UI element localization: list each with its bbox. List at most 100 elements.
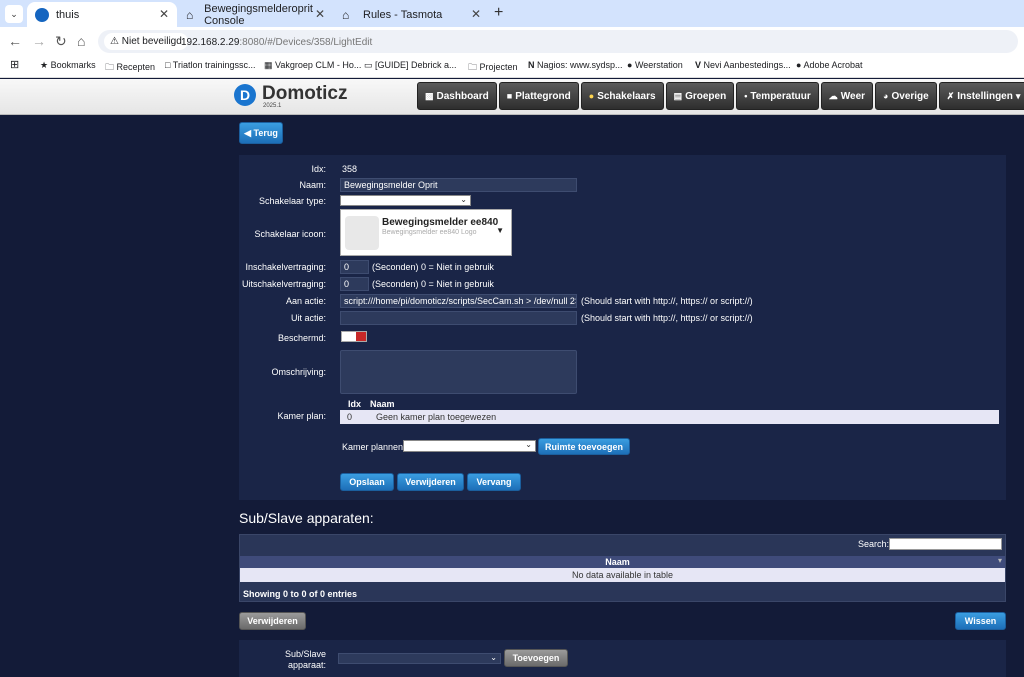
- bookmark-item[interactable]: V Nevi Aanbestedings...: [695, 60, 791, 70]
- nav-temperatuur[interactable]: • Temperatuur: [736, 82, 819, 110]
- off-delay-label: Uitschakelvertraging:: [241, 279, 326, 289]
- close-tab-icon[interactable]: ✕: [315, 7, 325, 21]
- tab-title: Rules - Tasmota: [363, 8, 443, 21]
- off-delay-input[interactable]: 0: [340, 277, 369, 291]
- domoticz-logo-icon: D: [234, 84, 256, 106]
- add-room-button[interactable]: Ruimte toevoegen: [538, 438, 630, 455]
- chevron-down-icon: ⌄: [490, 653, 497, 662]
- on-action-hint: (Should start with http://, https:// or …: [581, 296, 753, 306]
- tab-title: thuis: [56, 8, 80, 21]
- nav-schakelaars[interactable]: ● Schakelaars: [580, 82, 664, 110]
- app-version: 2025.1: [263, 103, 282, 109]
- new-tab-icon[interactable]: +: [494, 4, 503, 22]
- protected-toggle[interactable]: [341, 331, 367, 342]
- close-tab-icon[interactable]: ✕: [159, 7, 169, 21]
- browser-tab-thuis[interactable]: thuis ✕: [27, 2, 177, 27]
- apps-grid-icon[interactable]: ⊞: [10, 58, 19, 71]
- caret-left-icon: ◀: [244, 127, 254, 138]
- sort-icon[interactable]: ▾: [998, 556, 1002, 565]
- browser-tab-console[interactable]: ⌂ Bewegingsmelderoprit Console ✕: [178, 2, 333, 27]
- home-icon[interactable]: ⌂: [77, 33, 85, 49]
- bookmark-item[interactable]: ● Weerstation: [627, 60, 683, 70]
- tab-search-icon[interactable]: ⌄: [5, 5, 23, 23]
- warning-icon: ⚠: [110, 36, 122, 47]
- back-arrow-icon[interactable]: ←: [8, 33, 22, 49]
- nav-instellingen[interactable]: ✗ Instellingen ▾: [938, 82, 1024, 110]
- description-label: Omschrijving:: [271, 367, 326, 377]
- nav-overige[interactable]: ◕ Overige: [875, 82, 937, 110]
- room-plan-row: 0 Geen kamer plan toegewezen: [340, 410, 999, 424]
- replace-button[interactable]: Vervang: [467, 473, 521, 491]
- back-button[interactable]: ◀ Terug: [239, 122, 283, 144]
- name-label: Naam:: [299, 180, 326, 190]
- idx-value: 358: [342, 164, 358, 174]
- icon-title: Bewegingsmelder ee840: [382, 217, 499, 228]
- motion-sensor-icon: [345, 216, 379, 250]
- room-col-name: Naam: [370, 399, 395, 409]
- bookmark-item[interactable]: □ Triatlon trainingssc...: [165, 60, 255, 70]
- reload-icon[interactable]: ↻: [55, 33, 67, 50]
- description-textarea[interactable]: [340, 350, 577, 394]
- off-action-input[interactable]: [340, 311, 577, 325]
- nav-dashboard[interactable]: ▩ Dashboard: [417, 82, 497, 110]
- security-badge[interactable]: ⚠ Niet beveiligd: [104, 33, 188, 50]
- sub-device-select[interactable]: ⌄: [338, 653, 501, 664]
- off-action-label: Uit actie:: [290, 313, 326, 323]
- forward-arrow-icon[interactable]: →: [32, 33, 46, 49]
- name-input[interactable]: Bewegingsmelder Oprit: [340, 178, 577, 192]
- search-label: Search:: [858, 539, 890, 549]
- sub-delete-button[interactable]: Verwijderen: [239, 612, 306, 630]
- switch-type-select[interactable]: ⌄: [340, 195, 471, 206]
- bookmark-item[interactable]: ● Adobe Acrobat: [796, 60, 863, 70]
- off-delay-hint: (Seconden) 0 = Niet in gebruik: [372, 279, 494, 289]
- bookmark-item[interactable]: 🗀 Projecten: [468, 60, 518, 76]
- cloud-icon: ☁: [828, 90, 838, 101]
- on-delay-input[interactable]: 0: [340, 260, 369, 274]
- bookmark-item[interactable]: ★ Bookmarks: [40, 60, 96, 71]
- search-input[interactable]: [889, 538, 1002, 550]
- close-tab-icon[interactable]: ✕: [471, 7, 481, 21]
- room-planner-select[interactable]: ⌄: [403, 440, 536, 452]
- switch-icon-select[interactable]: Bewegingsmelder ee840 Bewegingsmelder ee…: [340, 209, 512, 256]
- delete-button[interactable]: Verwijderen: [397, 473, 464, 491]
- caret-down-icon: ▾: [1015, 90, 1021, 101]
- thermometer-icon: •: [744, 91, 748, 101]
- bookmark-item[interactable]: 🗀 Recepten: [105, 60, 155, 76]
- add-sub-device-button[interactable]: Toevoegen: [504, 649, 568, 667]
- protected-label: Beschermd:: [277, 333, 326, 343]
- room-planner-label: Kamer plannen:: [342, 442, 406, 452]
- nav-groepen[interactable]: ▤ Groepen: [665, 82, 735, 110]
- chevron-down-icon: ⌄: [460, 195, 467, 204]
- browser-tab-strip: ⌄ thuis ✕ ⌂ Bewegingsmelderoprit Console…: [0, 0, 1024, 27]
- room-row-name: Geen kamer plan toegewezen: [376, 412, 497, 422]
- idx-label: Idx:: [311, 164, 326, 174]
- floorplan-icon: ■: [506, 91, 513, 101]
- tab-title: Bewegingsmelderoprit Console: [204, 2, 313, 27]
- domoticz-favicon-icon: [35, 7, 49, 22]
- on-delay-hint: (Seconden) 0 = Niet in gebruik: [372, 262, 494, 272]
- groups-icon: ▤: [673, 90, 683, 101]
- bookmark-item[interactable]: ▭ [GUIDE] Debrick a...: [364, 60, 457, 71]
- bookmark-item[interactable]: ▦ Vakgroep CLM - Ho...: [264, 60, 361, 71]
- on-delay-label: Inschakelvertraging:: [245, 262, 326, 272]
- on-action-label: Aan actie:: [285, 296, 326, 306]
- on-action-input[interactable]: script:///home/pi/domoticz/scripts/SecCa…: [340, 294, 577, 308]
- bulb-icon: ●: [588, 91, 595, 101]
- browser-tab-rules[interactable]: ⌂ Rules - Tasmota ✕: [334, 2, 489, 27]
- url-text: 192.168.2.29:8080/#/Devices/358/LightEdi…: [181, 37, 373, 48]
- nav-plattegrond[interactable]: ■ Plattegrond: [498, 82, 579, 110]
- caret-down-icon: ▼: [496, 226, 504, 235]
- room-col-idx: Idx: [348, 399, 362, 409]
- col-name-header[interactable]: Naam: [240, 557, 995, 567]
- gauge-icon: ◕: [883, 91, 889, 101]
- save-button[interactable]: Opslaan: [340, 473, 394, 491]
- nav-weer[interactable]: ☁ Weer: [820, 82, 874, 110]
- tasmota-favicon-icon: ⌂: [186, 7, 194, 22]
- chevron-down-icon: ⌄: [525, 440, 532, 449]
- clear-button[interactable]: Wissen: [955, 612, 1006, 630]
- icon-subtitle: Bewegingsmelder ee840 Logo: [382, 229, 477, 236]
- dashboard-icon: ▩: [425, 90, 434, 101]
- switch-type-label: Schakelaar type:: [258, 196, 326, 206]
- address-bar: ← → ↻ ⌂ ⚠ Niet beveiligd 192.168.2.29:80…: [0, 27, 1024, 56]
- bookmark-item[interactable]: N Nagios: www.sydsp...: [528, 60, 623, 70]
